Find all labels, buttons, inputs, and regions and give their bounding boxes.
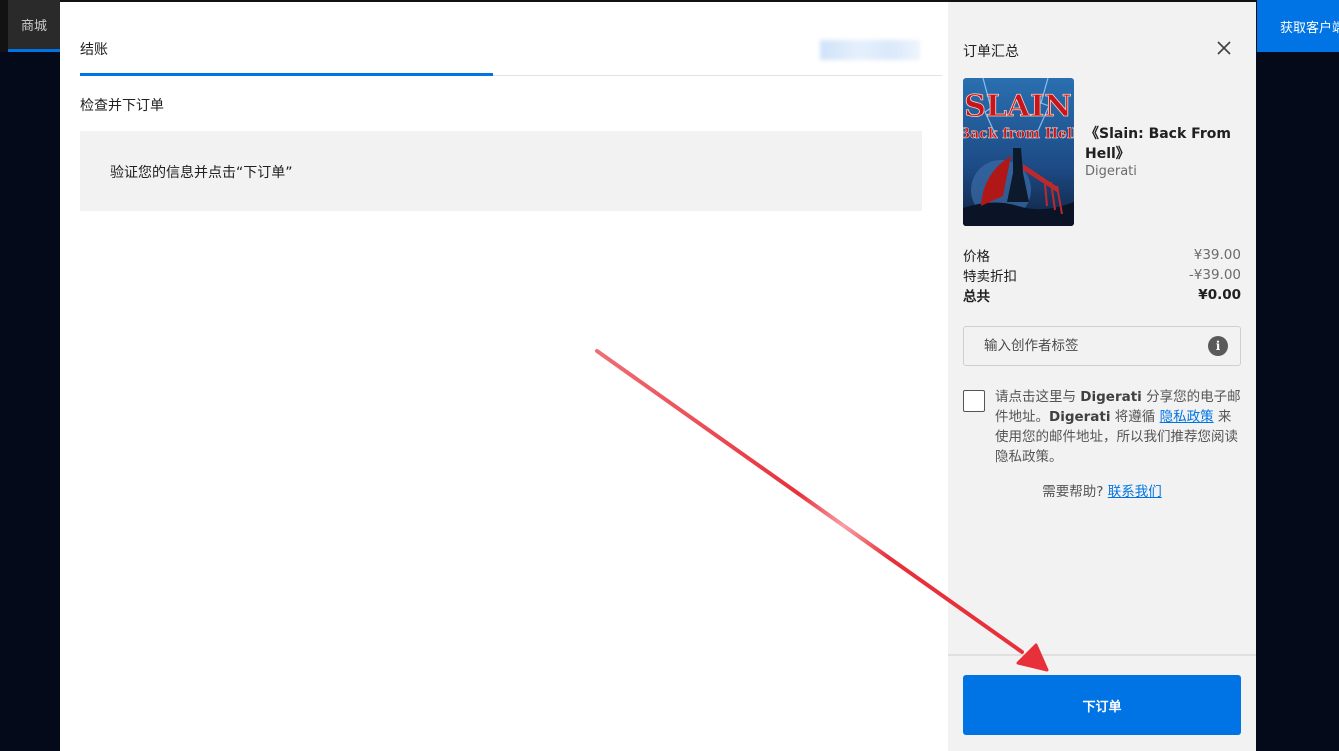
section-title: 检查并下订单 (80, 98, 164, 114)
verify-info-text: 验证您的信息并点击“下订单” (110, 165, 293, 181)
total-value: ¥0.00 (1198, 287, 1241, 303)
order-summary-title: 订单汇总 (963, 44, 1019, 60)
store-tab[interactable]: 商城 (8, 0, 60, 52)
price-row-discount: 特卖折扣 -¥39.00 (963, 265, 1241, 285)
close-button[interactable] (1214, 38, 1234, 58)
share-email-checkbox[interactable] (963, 390, 985, 412)
price-row-price: 价格 ¥39.00 (963, 245, 1241, 265)
price-row-total: 总共 ¥0.00 (963, 285, 1241, 305)
close-icon (1217, 41, 1231, 55)
checkout-main-panel: 结账 检查并下订单 验证您的信息并点击“下订单” (60, 2, 948, 751)
cover-title-text: SLAIN (964, 89, 1072, 124)
info-icon[interactable]: i (1208, 336, 1228, 356)
footer-divider (948, 654, 1256, 656)
blurred-account-name (820, 40, 920, 60)
checkout-modal: 结账 检查并下订单 验证您的信息并点击“下订单” 订单汇总 SLAIN Back… (60, 2, 1256, 751)
discount-label: 特卖折扣 (963, 269, 1017, 285)
help-text: 需要帮助? 联系我们 (1042, 484, 1162, 500)
order-summary-panel: 订单汇总 SLAIN Back from Hell 《Slain: Back F… (948, 2, 1256, 751)
price-label: 价格 (963, 249, 990, 265)
share-email-consent-text: 请点击这里与 Digerati 分享您的电子邮件地址。Digerati 将遵循 … (995, 389, 1241, 465)
tab-active-indicator (80, 73, 493, 76)
privacy-policy-link[interactable]: 隐私政策 (1160, 409, 1214, 425)
place-order-button[interactable]: 下订单 (963, 675, 1241, 735)
game-title: 《Slain: Back From Hell》 (1085, 126, 1231, 162)
discount-value: -¥39.00 (1188, 267, 1241, 283)
verify-info-box: 验证您的信息并点击“下订单” (80, 131, 922, 211)
get-client-button[interactable]: 获取客户端 (1257, 0, 1339, 52)
tab-checkout[interactable]: 结账 (80, 39, 108, 59)
game-cover-image: SLAIN Back from Hell (963, 78, 1074, 226)
contact-us-link[interactable]: 联系我们 (1108, 484, 1162, 500)
cover-subtitle-text: Back from Hell (963, 126, 1074, 142)
total-label: 总共 (963, 289, 990, 305)
creator-tag-input[interactable] (964, 327, 1204, 365)
price-value: ¥39.00 (1193, 247, 1241, 263)
game-publisher: Digerati (1085, 164, 1137, 179)
creator-tag-field: i (963, 326, 1241, 366)
